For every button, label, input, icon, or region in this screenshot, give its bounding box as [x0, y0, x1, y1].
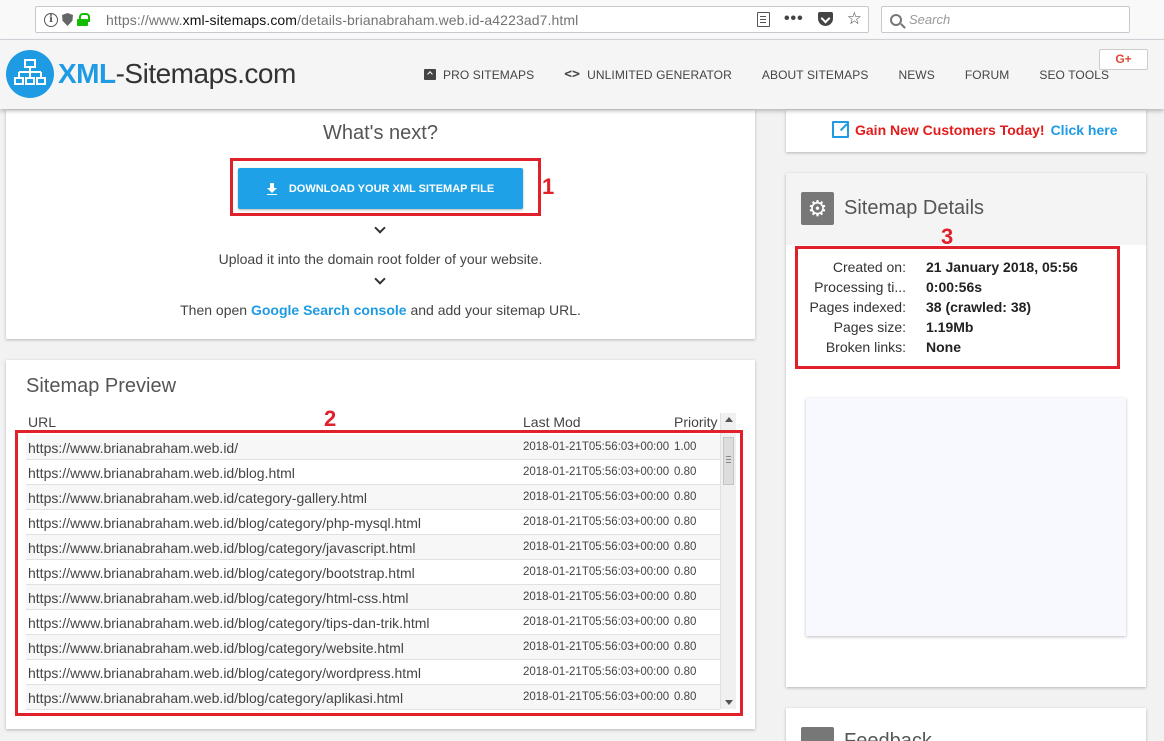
annotation-number-3: 3	[941, 224, 954, 249]
annotation-box-3	[795, 246, 1120, 369]
nav-label: PRO SITEMAPS	[443, 67, 535, 82]
upload-instruction: Upload it into the domain root folder of…	[218, 251, 543, 267]
more-actions-icon[interactable]: •••	[784, 10, 804, 28]
url-actions: ••• ☆	[756, 10, 862, 28]
column-priority: Priority	[674, 414, 718, 430]
nav-unlimited-generator[interactable]: <> UNLIMITED GENERATOR	[564, 67, 732, 82]
nav-label: NEWS	[898, 67, 935, 82]
instruction-text: Then open	[180, 302, 251, 318]
url-bar[interactable]: i https://www.xml-sitemaps.com/details-b…	[35, 6, 869, 33]
search-input[interactable]: Search	[881, 6, 1130, 33]
chevron-down-icon	[374, 222, 386, 234]
annotation-number-2: 2	[324, 406, 337, 431]
gain-customers-text: Gain New Customers Today!	[855, 121, 1045, 138]
url-text[interactable]: https://www.xml-sitemaps.com/details-bri…	[106, 12, 578, 28]
url-domain: xml-sitemaps.com	[182, 11, 298, 28]
pocket-icon[interactable]	[817, 12, 833, 26]
nav-label: UNLIMITED GENERATOR	[587, 67, 732, 82]
search-console-instruction: Then open Google Search console and add …	[6, 302, 755, 318]
external-link-icon	[832, 121, 849, 138]
gain-customers-link[interactable]: Gain New Customers Today! Click here	[832, 121, 1118, 138]
whats-next-title: What's next?	[323, 122, 438, 144]
info-icon[interactable]: i	[44, 12, 58, 27]
nav-about-sitemaps[interactable]: ABOUT SITEMAPS	[762, 67, 869, 82]
url-path: /details-brianabraham.web.id-a4223ad7.ht…	[297, 11, 579, 28]
feedback-icon	[801, 727, 834, 741]
feedback-card: Feedback	[786, 708, 1146, 741]
site-identity[interactable]: i	[36, 12, 106, 27]
nav-label: ABOUT SITEMAPS	[761, 67, 869, 82]
details-header: ⚙ Sitemap Details	[786, 173, 1146, 245]
code-icon: <>	[564, 67, 581, 82]
logo-text: XML-Sitemaps.com	[58, 58, 296, 90]
nav-forum[interactable]: FORUM	[965, 67, 1010, 82]
whats-next-card: What's next? DOWNLOAD YOUR XML SITEMAP F…	[6, 110, 755, 339]
search-placeholder: Search	[909, 12, 951, 27]
nav-news[interactable]: NEWS	[898, 67, 934, 82]
click-here-link[interactable]: Click here	[1051, 122, 1118, 138]
sitemap-preview-title: Sitemap Preview	[26, 375, 177, 397]
browser-toolbar: i https://www.xml-sitemaps.com/details-b…	[0, 0, 1164, 40]
sitemap-logo-icon	[6, 50, 54, 98]
reader-view-icon[interactable]	[756, 11, 770, 27]
upload-box-icon	[424, 69, 436, 80]
scroll-up-arrow-icon[interactable]	[725, 417, 733, 422]
nav-label: FORUM	[964, 67, 1010, 82]
gain-customers-card: Gain New Customers Today! Click here	[786, 110, 1146, 152]
gear-icon: ⚙	[801, 192, 834, 225]
main-nav: PRO SITEMAPS <> UNLIMITED GENERATOR ABOU…	[424, 67, 1109, 82]
google-plus-button[interactable]: G+	[1099, 49, 1148, 70]
nav-pro-sitemaps[interactable]: PRO SITEMAPS	[424, 67, 534, 82]
nav-label: SEO TOOLS	[1039, 67, 1110, 82]
annotation-number-1: 1	[542, 174, 555, 199]
url-prefix: https://www.	[106, 11, 183, 28]
column-url: URL	[28, 414, 57, 430]
lock-icon[interactable]	[77, 13, 90, 26]
feedback-title: Feedback	[844, 730, 932, 741]
shield-icon[interactable]	[62, 13, 73, 26]
sitemap-details-title: Sitemap Details	[844, 197, 985, 219]
annotation-box-1	[230, 158, 541, 216]
instruction-text: and add your sitemap URL.	[406, 302, 581, 318]
column-last-mod: Last Mod	[523, 414, 581, 430]
google-search-console-link[interactable]: Google Search console	[251, 302, 407, 318]
search-icon	[890, 13, 902, 26]
chevron-down-icon	[374, 273, 386, 285]
annotation-box-2	[15, 430, 743, 716]
logo-accent: XML	[58, 58, 116, 89]
logo-rest: -Sitemaps.com	[115, 58, 297, 89]
bookmark-star-icon[interactable]: ☆	[847, 10, 862, 28]
site-logo[interactable]: XML-Sitemaps.com	[6, 50, 296, 98]
ad-placeholder	[806, 398, 1126, 636]
site-header: XML-Sitemaps.com PRO SITEMAPS <> UNLIMIT…	[0, 40, 1164, 109]
